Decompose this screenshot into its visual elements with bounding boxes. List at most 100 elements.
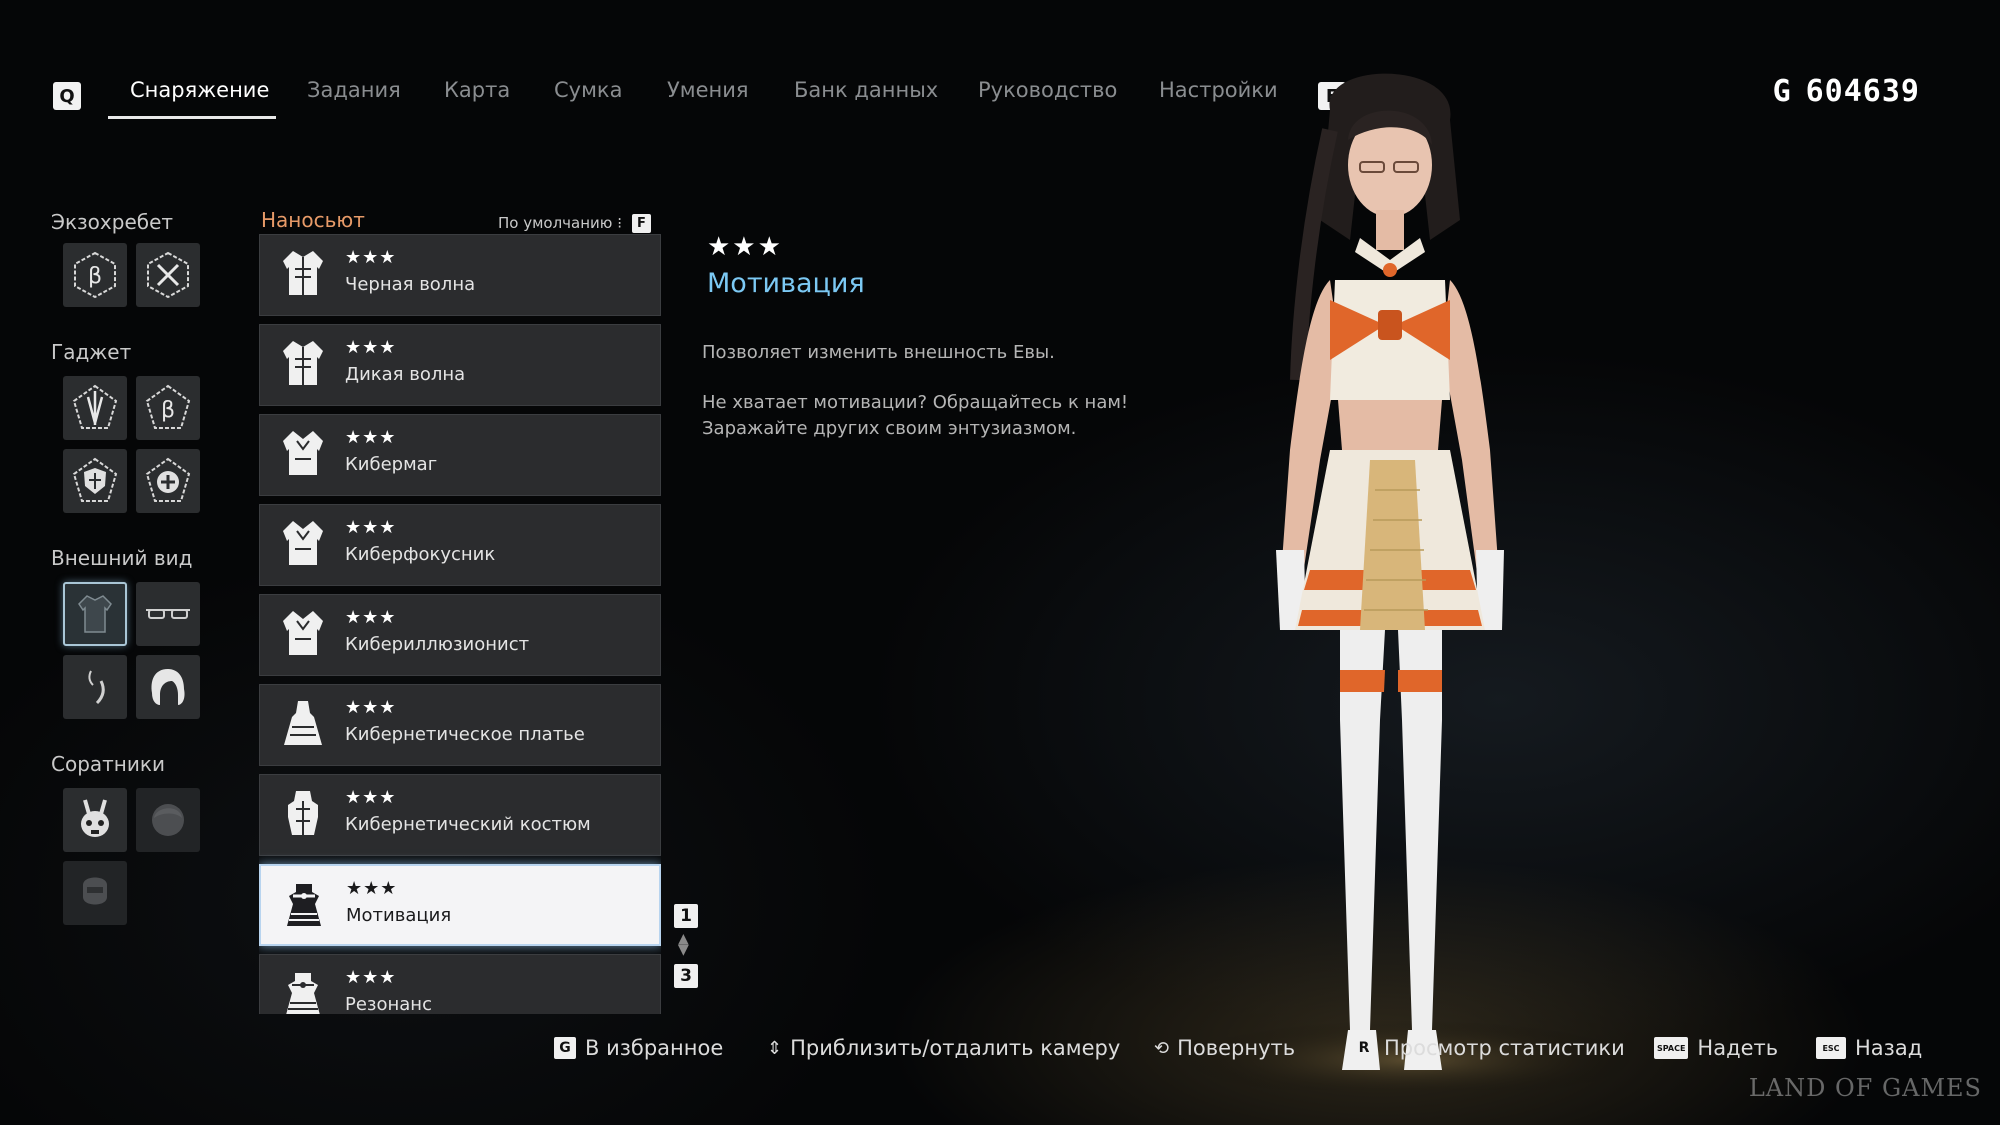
item-name: Кибериллюзионист xyxy=(345,634,530,655)
tab-skills[interactable]: Умения xyxy=(667,78,749,102)
jacket-outfit-icon xyxy=(272,333,334,395)
list-item[interactable]: ★★★ Черная волна xyxy=(259,234,661,316)
dress-outfit-icon xyxy=(272,693,334,755)
magician-outfit-icon xyxy=(272,603,334,665)
list-item[interactable]: ★★★ Киберфокусник xyxy=(259,504,661,586)
magician-outfit-icon xyxy=(272,423,334,485)
page-up-key[interactable]: 1 xyxy=(674,904,698,928)
r-key: R xyxy=(1353,1037,1375,1059)
detail-flavor-line-1: Не хватает мотивации? Обращайтесь к нам! xyxy=(702,392,1129,413)
watermark-text: LAND OF GAMES xyxy=(1748,1074,1982,1102)
item-stars: ★★★ xyxy=(345,787,397,808)
gadget-shield-icon[interactable] xyxy=(63,449,127,513)
tab-quests[interactable]: Задания xyxy=(307,78,401,102)
companion-face-icon[interactable] xyxy=(136,788,200,852)
list-item[interactable]: ★★★ Дикая волна xyxy=(259,324,661,406)
exospine-beta-icon[interactable]: β xyxy=(63,243,127,307)
detail-flavor-line-2: Заражайте других своим энтузиазмом. xyxy=(702,418,1077,439)
space-key: SPACE xyxy=(1654,1037,1689,1059)
item-stars: ★★★ xyxy=(345,967,397,988)
item-name: Киберфокусник xyxy=(345,544,496,565)
favorite-hint[interactable]: G В избранное xyxy=(554,1036,723,1060)
magician-outfit-icon xyxy=(272,513,334,575)
character-preview[interactable] xyxy=(1180,70,1640,1100)
glasses-icon[interactable] xyxy=(136,582,200,646)
category-exospine-label: Экзохребет xyxy=(51,210,174,234)
list-title: Наносьют xyxy=(261,208,365,232)
page-down-key[interactable]: 3 xyxy=(674,964,698,988)
bodysuit-outfit-icon xyxy=(272,783,334,845)
exospine-x-icon[interactable] xyxy=(136,243,200,307)
item-stars: ★★★ xyxy=(346,878,398,899)
drone-icon[interactable] xyxy=(63,788,127,852)
list-item[interactable]: ★★★ Кибернетическое платье xyxy=(259,684,661,766)
esc-key: ESC xyxy=(1816,1037,1846,1059)
item-stars: ★★★ xyxy=(345,247,397,268)
hint-label: Повернуть xyxy=(1177,1036,1296,1060)
detail-title: Мотивация xyxy=(707,268,865,299)
list-item[interactable]: ★★★ Кибернетический костюм xyxy=(259,774,661,856)
gadget-heal-icon[interactable] xyxy=(136,449,200,513)
rotate-icon: ⟲ xyxy=(1154,1037,1170,1059)
tab-equipment[interactable]: Снаряжение xyxy=(130,78,269,102)
detail-description: Позволяет изменить внешность Евы. xyxy=(702,342,1055,363)
item-stars: ★★★ xyxy=(345,697,397,718)
item-name: Кибернетический костюм xyxy=(345,814,591,835)
currency-symbol: G xyxy=(1772,74,1792,109)
gadget-beta-icon[interactable]: β xyxy=(136,376,200,440)
list-item[interactable]: ★★★ Резонанс xyxy=(259,954,661,1014)
resonance-outfit-icon xyxy=(272,963,334,1014)
item-name: Черная волна xyxy=(345,274,476,295)
zoom-hint[interactable]: ⇕ Приблизить/отдалить камеру xyxy=(767,1036,1120,1060)
item-name: Кибернетическое платье xyxy=(345,724,585,745)
zoom-icon: ⇕ xyxy=(767,1037,783,1059)
companion-helmet-icon[interactable] xyxy=(63,861,127,925)
sort-label: По умолчанию xyxy=(498,214,613,232)
hint-label: Приблизить/отдалить камеру xyxy=(790,1036,1121,1060)
category-gadget-label: Гаджет xyxy=(51,340,132,364)
equip-hint[interactable]: SPACE Надеть xyxy=(1654,1036,1778,1060)
item-name: Кибермаг xyxy=(345,454,438,475)
tab-bag[interactable]: Сумка xyxy=(554,78,623,102)
top-nav: Q Снаряжение Задания Карта Сумка Умения … xyxy=(0,70,2000,130)
sort-dropdown[interactable]: По умолчанию ⁝ xyxy=(498,214,622,232)
tab-map[interactable]: Карта xyxy=(444,78,510,102)
item-stars: ★★★ xyxy=(345,517,397,538)
prev-tab-key[interactable]: Q xyxy=(53,82,81,110)
detail-stars: ★★★ xyxy=(707,232,783,262)
pager-arrows-icon: ▲ ▼ xyxy=(678,931,689,958)
list-item[interactable]: ★★★ Кибериллюзионист xyxy=(259,594,661,676)
nanosuit-list: ★★★ Черная волна ★★★ Дикая волна ★★★ Киб… xyxy=(259,234,661,1014)
tab-guide[interactable]: Руководство xyxy=(978,78,1117,102)
stats-hint[interactable]: R Просмотр статистики xyxy=(1353,1036,1625,1060)
item-stars: ★★★ xyxy=(345,427,397,448)
sort-chevron-icon: ⁝ xyxy=(617,214,622,232)
svg-text:β: β xyxy=(161,398,175,423)
sort-key[interactable]: F xyxy=(632,214,651,233)
g-key: G xyxy=(554,1037,576,1059)
category-appearance-label: Внешний вид xyxy=(51,546,193,570)
gadget-spear-icon[interactable] xyxy=(63,376,127,440)
list-item-selected[interactable]: ★★★ Мотивация xyxy=(259,864,661,946)
jacket-outfit-icon xyxy=(272,243,334,305)
svg-text:β: β xyxy=(88,264,102,289)
back-hint[interactable]: ESC Назад xyxy=(1816,1036,1922,1060)
item-stars: ★★★ xyxy=(345,607,397,628)
tab-databank[interactable]: Банк данных xyxy=(794,78,938,102)
active-tab-underline xyxy=(108,116,276,119)
hint-label: В избранное xyxy=(585,1036,724,1060)
category-companions-label: Соратники xyxy=(51,752,165,776)
item-name: Резонанс xyxy=(345,994,432,1014)
currency-value: 604639 xyxy=(1805,74,1920,109)
motivation-outfit-icon xyxy=(273,874,335,936)
item-name: Дикая волна xyxy=(345,364,466,385)
rotate-hint[interactable]: ⟲ Повернуть xyxy=(1154,1036,1295,1060)
item-stars: ★★★ xyxy=(345,337,397,358)
hint-label: Назад xyxy=(1855,1036,1923,1060)
hint-label: Просмотр статистики xyxy=(1384,1036,1625,1060)
hair-icon[interactable] xyxy=(136,655,200,719)
list-item[interactable]: ★★★ Кибермаг xyxy=(259,414,661,496)
earring-icon[interactable] xyxy=(63,655,127,719)
outfit-icon[interactable] xyxy=(63,582,127,646)
hint-label: Надеть xyxy=(1697,1036,1779,1060)
